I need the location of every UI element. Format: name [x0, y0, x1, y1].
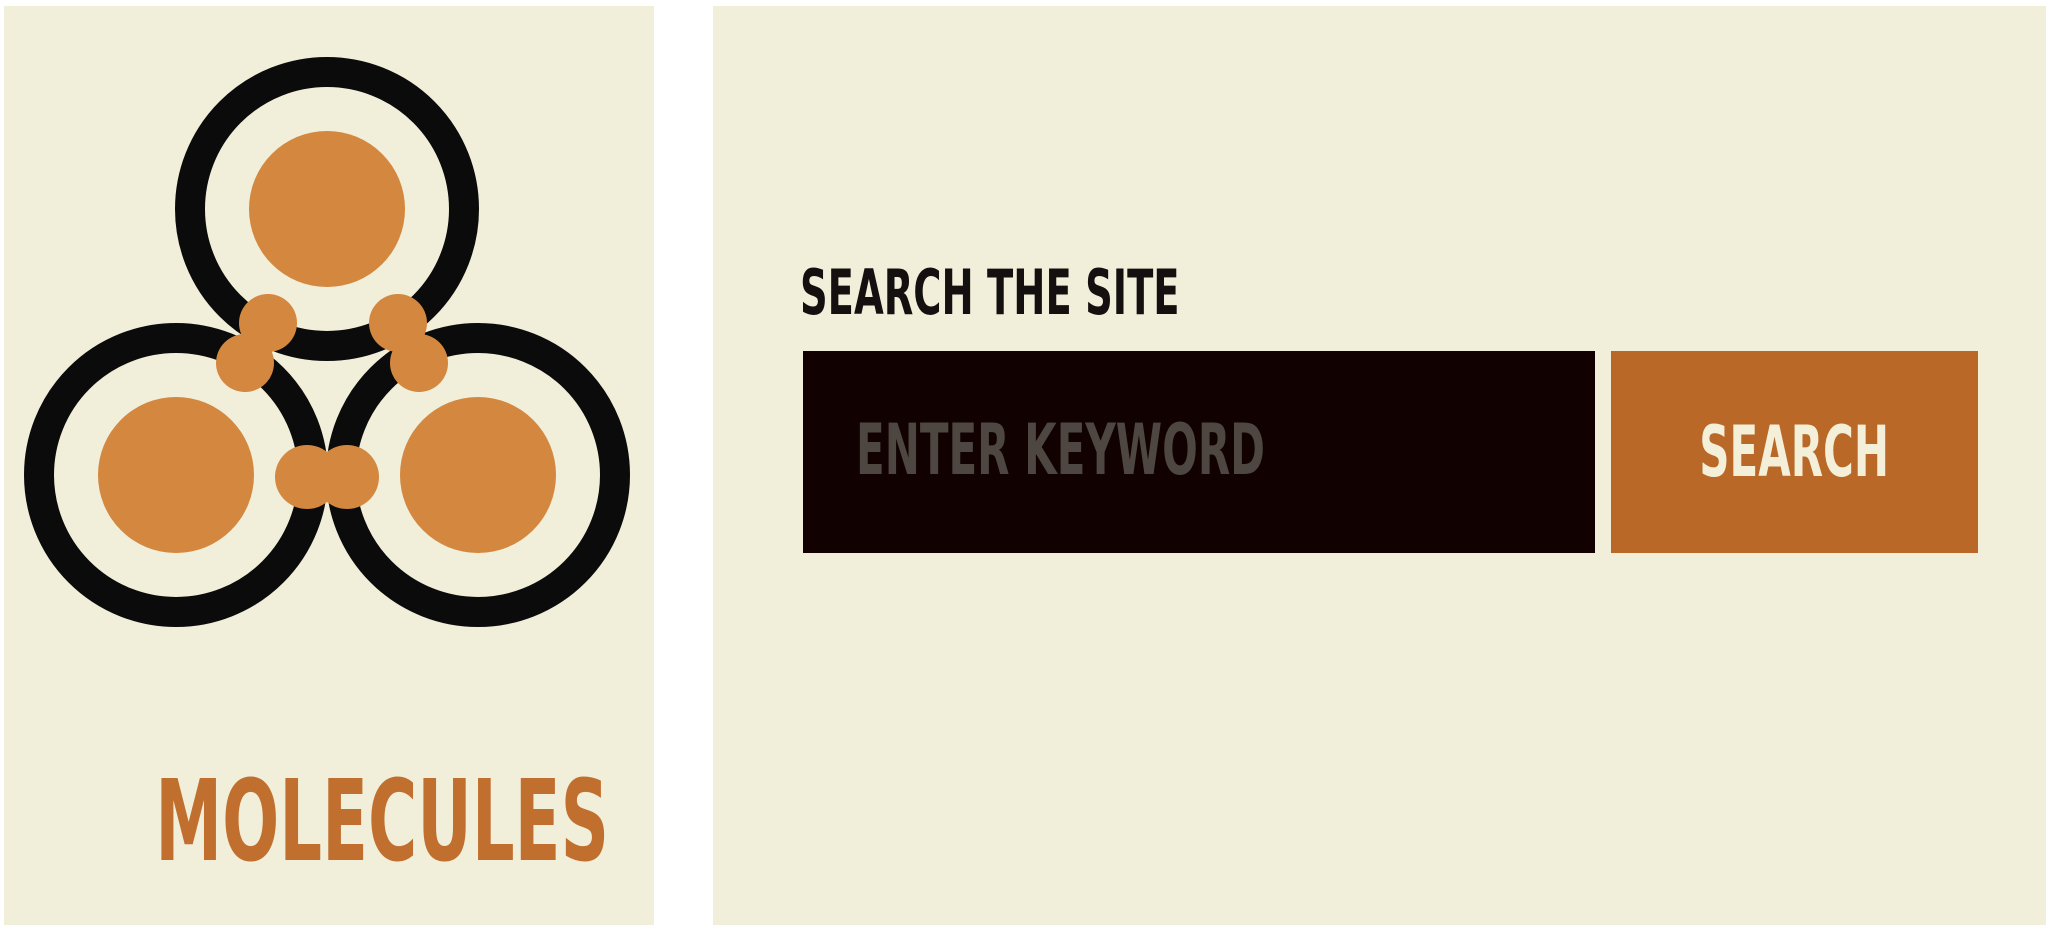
brand-title-text: MOLECULES [155, 757, 609, 887]
search-button-label: SEARCH [1699, 411, 1890, 493]
atom-left [98, 397, 254, 553]
atom-top [249, 131, 405, 287]
brand-title: MOLECULES [4, 766, 654, 878]
molecule-icon [24, 57, 630, 627]
search-label: SEARCH THE SITE [800, 256, 1180, 329]
atom-right [400, 397, 556, 553]
search-button[interactable]: SEARCH [1611, 351, 1978, 553]
bond-bottom [275, 445, 379, 509]
search-input[interactable] [803, 351, 1595, 553]
brand-panel: MOLECULES [4, 6, 654, 925]
